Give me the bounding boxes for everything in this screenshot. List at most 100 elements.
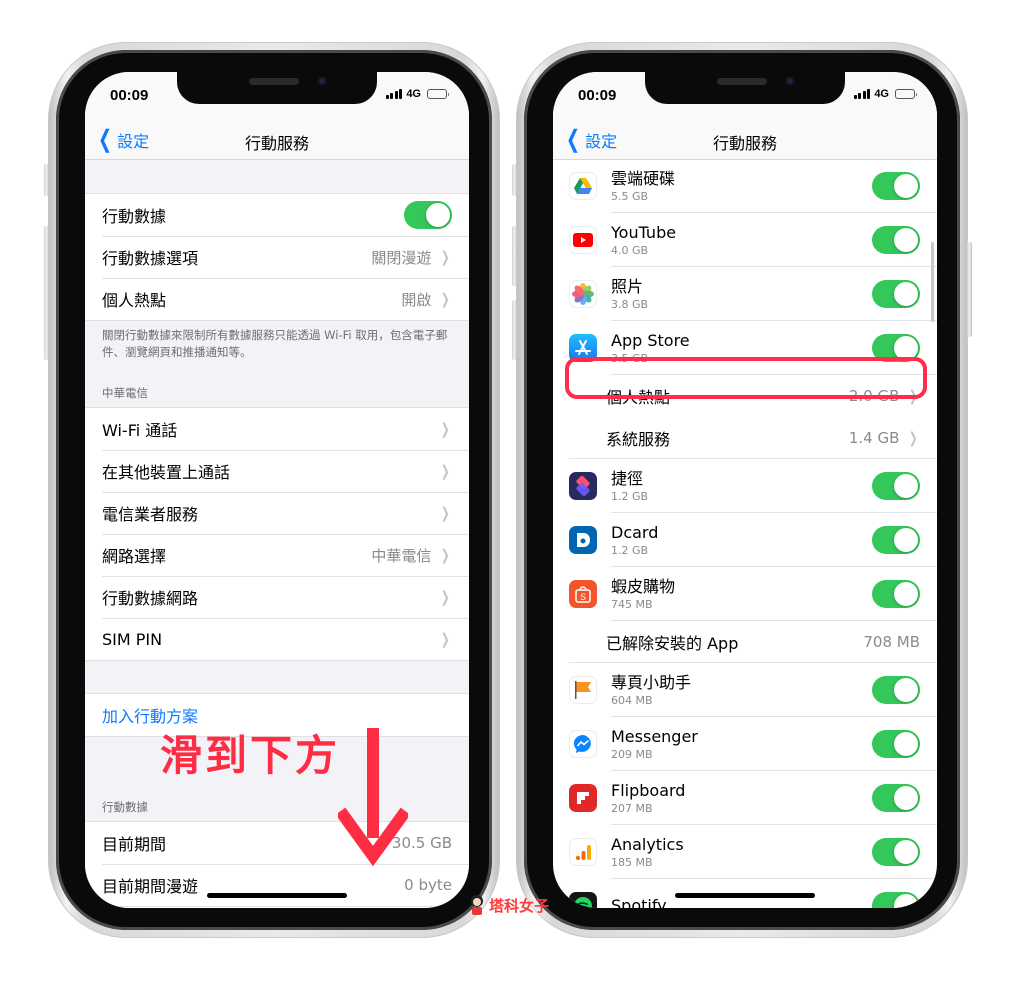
app-data-toggle[interactable] xyxy=(872,730,920,758)
analytics-icon xyxy=(569,838,597,866)
carrier-services-row[interactable]: 電信業者服務 ❯ xyxy=(85,492,469,534)
cellular-data-network-row[interactable]: 行動數據網路 ❯ xyxy=(85,576,469,618)
app-data-toggle[interactable] xyxy=(872,580,920,608)
app-row-flipboard[interactable]: Flipboard 207 MB xyxy=(553,771,937,825)
settings-list[interactable]: 行動數據 行動數據選項 關閉漫遊 ❯ 個人熱點 開啟 ❯ 關閉行動數據來限制所有… xyxy=(85,161,469,908)
cellular-footnote: 關閉行動數據來限制所有數據服務只能透過 Wi-Fi 取用，包含電子郵件、瀏覽網頁… xyxy=(102,328,448,359)
watermark: 塔科女子 xyxy=(468,894,549,916)
spotify-icon xyxy=(569,892,597,908)
app-data-toggle[interactable] xyxy=(872,172,920,200)
row-value: 1.4 GB xyxy=(848,429,900,447)
row-value: 中華電信 xyxy=(371,546,432,565)
row-value: 708 MB xyxy=(863,633,920,651)
home-indicator[interactable] xyxy=(207,893,347,898)
app-row-google-drive[interactable]: 雲端硬碟 5.5 GB xyxy=(553,159,937,213)
row-label: 個人熱點 xyxy=(606,388,671,407)
notch xyxy=(645,72,845,104)
app-usage: 209 MB xyxy=(611,747,653,761)
app-name: YouTube xyxy=(611,222,677,242)
power-button xyxy=(44,242,49,337)
app-row-shopee[interactable]: S 蝦皮購物 745 MB xyxy=(553,567,937,621)
app-data-toggle[interactable] xyxy=(872,472,920,500)
navigation-bar: ❮ 設定 行動服務 xyxy=(553,118,937,160)
app-usage: 4.0 GB xyxy=(611,243,649,257)
home-indicator[interactable] xyxy=(675,893,815,898)
app-row-dcard[interactable]: Dcard 1.2 GB xyxy=(553,513,937,567)
app-row-pages-manager[interactable]: 專頁小助手 604 MB xyxy=(553,663,937,717)
status-indicators: 4G xyxy=(385,88,449,100)
app-row-analytics[interactable]: Analytics 185 MB xyxy=(553,825,937,879)
app-usage-list[interactable]: 雲端硬碟 5.5 GB YouTube 4.0 GB 照片 3.8 GB App… xyxy=(553,159,937,908)
app-data-toggle[interactable] xyxy=(872,334,920,362)
row-label: 網路選擇 xyxy=(102,547,167,566)
camera xyxy=(785,76,795,86)
scroll-down-annotation: 滑到下方 xyxy=(160,731,341,780)
volume-down-button xyxy=(512,300,517,360)
battery-icon xyxy=(895,89,917,99)
page-title: 行動服務 xyxy=(712,134,777,153)
chevron-right-icon: ❯ xyxy=(441,249,451,266)
chevron-right-icon: ❯ xyxy=(441,631,451,648)
system-services-row[interactable]: 系統服務 1.4 GB ❯ xyxy=(553,417,937,459)
calls-on-other-devices-row[interactable]: 在其他裝置上通話 ❯ xyxy=(85,450,469,492)
scrollbar[interactable] xyxy=(931,242,934,322)
screen-right: 00:09 4G ❮ 設定 行動服務 雲端硬碟 5.5 GB YouTube 4… xyxy=(553,72,937,908)
app-data-toggle[interactable] xyxy=(872,676,920,704)
row-label: SIM PIN xyxy=(102,629,163,649)
app-data-toggle[interactable] xyxy=(872,784,920,812)
app-data-toggle[interactable] xyxy=(872,226,920,254)
personal-hotspot-row[interactable]: 個人熱點 開啟 ❯ xyxy=(85,278,469,320)
app-usage: 1.2 GB xyxy=(611,489,649,503)
row-label: 行動數據網路 xyxy=(102,589,199,608)
app-row-shortcuts[interactable]: 捷徑 1.2 GB xyxy=(553,459,937,513)
app-row-app-store[interactable]: App Store 3.5 GB xyxy=(553,321,937,375)
svg-text:S: S xyxy=(580,592,586,602)
app-usage: 3.8 GB xyxy=(611,297,649,311)
row-label: 行動數據 xyxy=(102,207,167,226)
facebook-row[interactable]: Facebook xyxy=(85,906,469,908)
arrow-down-icon xyxy=(338,728,408,867)
app-data-toggle[interactable] xyxy=(872,526,920,554)
app-data-toggle[interactable] xyxy=(872,280,920,308)
dcard-icon xyxy=(569,526,597,554)
phone-frame-right: 00:09 4G ❮ 設定 行動服務 雲端硬碟 5.5 GB YouTube 4… xyxy=(512,42,972,938)
app-name: 專頁小助手 xyxy=(611,672,692,692)
app-data-toggle[interactable] xyxy=(872,892,920,908)
photos-icon xyxy=(569,280,597,308)
sim-pin-row[interactable]: SIM PIN ❯ xyxy=(85,618,469,660)
row-label: 個人熱點 xyxy=(102,291,167,310)
cellular-data-row[interactable]: 行動數據 xyxy=(85,194,469,236)
app-row-messenger[interactable]: Messenger 209 MB xyxy=(553,717,937,771)
network-type: 4G xyxy=(406,88,421,100)
notch xyxy=(177,72,377,104)
pages-manager-icon xyxy=(569,676,597,704)
app-row-youtube[interactable]: YouTube 4.0 GB xyxy=(553,213,937,267)
cellular-group: 行動數據 行動數據選項 關閉漫遊 ❯ 個人熱點 開啟 ❯ xyxy=(85,193,469,321)
status-time: 00:09 xyxy=(578,87,617,104)
app-data-toggle[interactable] xyxy=(872,838,920,866)
app-row-photos[interactable]: 照片 3.8 GB xyxy=(553,267,937,321)
row-label: 電信業者服務 xyxy=(102,505,199,524)
app-name: 捷徑 xyxy=(611,468,644,488)
row-label: 系統服務 xyxy=(606,430,671,449)
chevron-right-icon: ❯ xyxy=(441,505,451,522)
app-usage: 3.5 GB xyxy=(611,351,649,365)
app-usage: 1.2 GB xyxy=(611,543,649,557)
app-name: 雲端硬碟 xyxy=(611,168,676,188)
power-button xyxy=(967,242,972,337)
app-name: Flipboard xyxy=(611,780,686,800)
wifi-calling-row[interactable]: Wi-Fi 通話 ❯ xyxy=(85,408,469,450)
status-time: 00:09 xyxy=(110,87,149,104)
cellular-data-toggle[interactable] xyxy=(404,201,452,229)
chevron-right-icon: ❯ xyxy=(441,421,451,438)
cellular-data-options-row[interactable]: 行動數據選項 關閉漫遊 ❯ xyxy=(85,236,469,278)
app-name: Messenger xyxy=(611,726,698,746)
personal-hotspot-usage-row[interactable]: 個人熱點 2.0 GB ❯ xyxy=(553,375,937,417)
navigation-bar: ❮ 設定 行動服務 xyxy=(85,118,469,160)
shortcuts-icon xyxy=(569,472,597,500)
row-value: 開啟 xyxy=(401,290,432,309)
volume-up-button xyxy=(512,226,517,286)
status-indicators: 4G xyxy=(853,88,917,100)
app-usage: 185 MB xyxy=(611,855,653,869)
network-selection-row[interactable]: 網路選擇 中華電信 ❯ xyxy=(85,534,469,576)
